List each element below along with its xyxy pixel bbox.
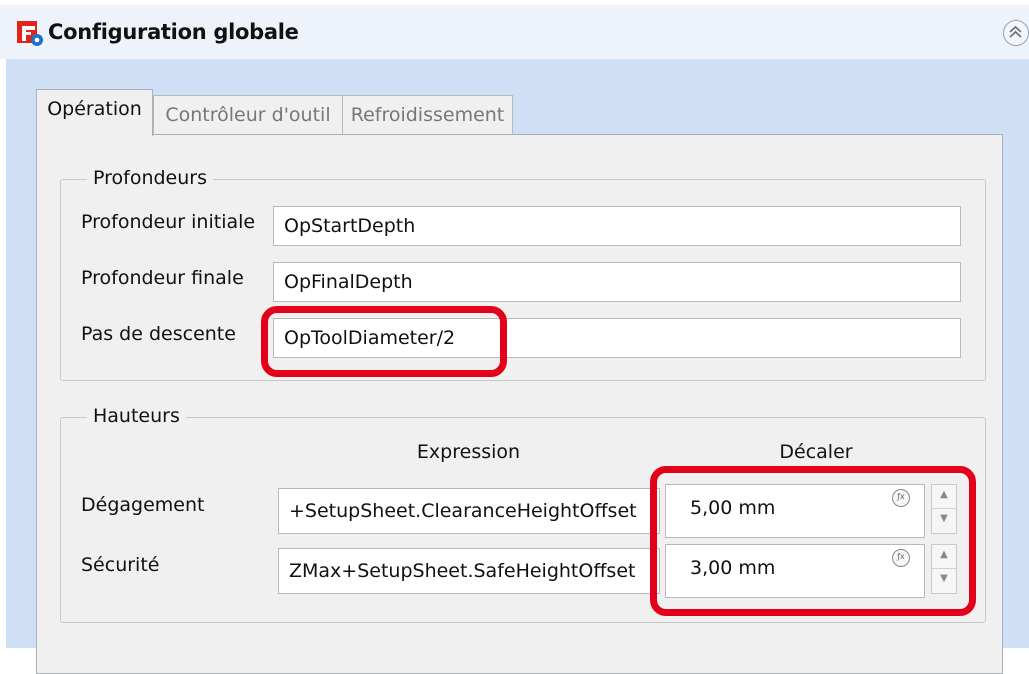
start-depth-input[interactable]: OpStartDepth <box>273 206 961 246</box>
clearance-expression-input[interactable]: +SetupSheet.ClearanceHeightOffset <box>278 488 660 534</box>
chevron-up-icon <box>1009 25 1022 38</box>
safe-height-label: Sécurité <box>81 554 160 576</box>
depths-group: Profondeurs Profondeur initiale OpStartD… <box>60 167 986 381</box>
start-depth-label: Profondeur initiale <box>81 211 256 233</box>
tab-tool-controller[interactable]: Contrôleur d'outil <box>153 95 343 135</box>
expression-column-header: Expression <box>416 441 521 463</box>
clearance-label: Dégagement <box>81 494 205 516</box>
tab-operation[interactable]: Opération <box>36 89 153 136</box>
panel-header: Configuration globale <box>0 0 1029 64</box>
collapse-button[interactable] <box>1003 20 1029 46</box>
final-depth-label: Profondeur finale <box>81 267 244 289</box>
offset-highlight <box>650 466 976 616</box>
safe-height-expression-input[interactable]: ZMax+SetupSheet.SafeHeightOffset <box>278 548 660 594</box>
step-down-label: Pas de descente <box>81 323 236 345</box>
heights-legend: Hauteurs <box>87 405 186 427</box>
depths-legend: Profondeurs <box>87 167 213 189</box>
final-depth-input[interactable]: OpFinalDepth <box>273 262 961 302</box>
tab-coolant[interactable]: Refroidissement <box>342 95 513 135</box>
panel-title: Configuration globale <box>48 20 299 44</box>
step-down-highlight <box>261 306 507 377</box>
offset-column-header: Décaler <box>779 441 853 463</box>
freecad-logo-icon <box>17 21 43 46</box>
